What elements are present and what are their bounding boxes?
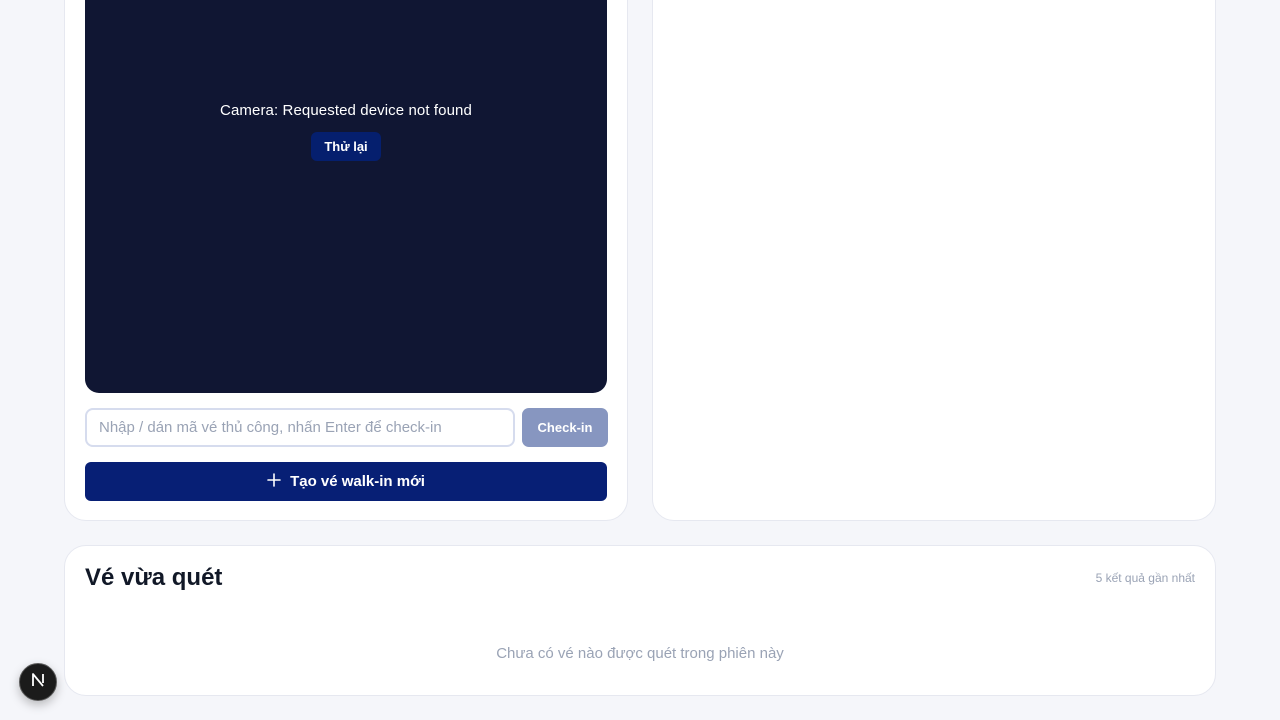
ticket-code-input[interactable] — [85, 408, 515, 447]
plus-icon — [267, 471, 281, 491]
recent-scans-count: 5 kết quả gần nhất — [1095, 571, 1195, 585]
checkin-button-label: Check-in — [537, 420, 593, 435]
walkin-button-label: Tạo vé walk-in mới — [290, 473, 425, 490]
recent-scans-empty-message: Chưa có vé nào được quét trong phiên này — [496, 645, 784, 662]
scanner-card: Camera: Requested device not found Thử l… — [64, 0, 628, 521]
retry-button[interactable]: Thử lại — [311, 132, 381, 161]
recent-scans-title: Vé vừa quét — [85, 564, 223, 591]
checkin-button[interactable]: Check-in — [522, 408, 608, 447]
recent-scans-card: Vé vừa quét 5 kết quả gần nhất Chưa có v… — [64, 545, 1216, 696]
nextjs-logo-icon — [30, 672, 46, 693]
scan-result-card — [652, 0, 1216, 521]
camera-viewport: Camera: Requested device not found Thử l… — [85, 0, 607, 393]
create-walkin-ticket-button[interactable]: Tạo vé walk-in mới — [85, 462, 607, 501]
camera-error-message: Camera: Requested device not found — [220, 102, 472, 119]
nextjs-dev-indicator[interactable] — [19, 663, 57, 701]
